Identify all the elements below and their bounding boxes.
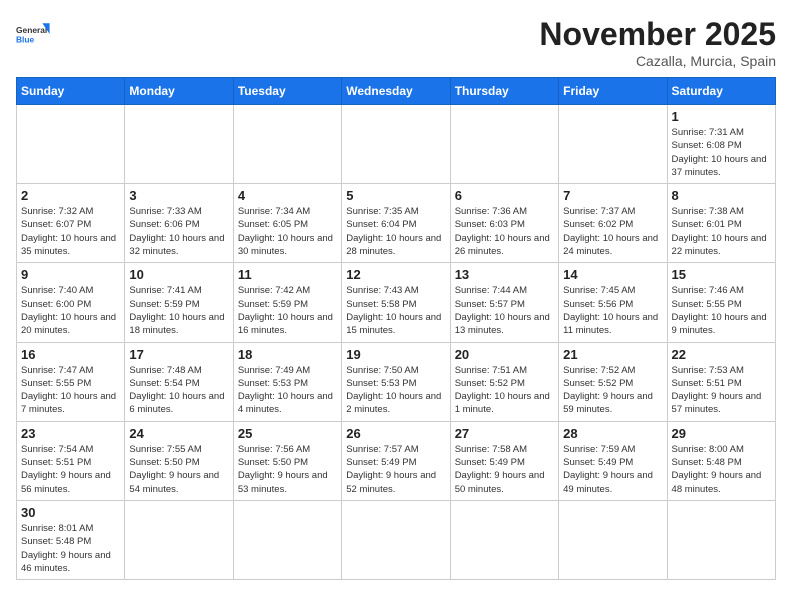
day-29: 29 Sunrise: 8:00 AMSunset: 5:48 PMDaylig… <box>667 421 775 500</box>
header-thursday: Thursday <box>450 78 558 105</box>
day-24: 24 Sunrise: 7:55 AMSunset: 5:50 PMDaylig… <box>125 421 233 500</box>
day-15: 15 Sunrise: 7:46 AMSunset: 5:55 PMDaylig… <box>667 263 775 342</box>
day-25: 25 Sunrise: 7:56 AMSunset: 5:50 PMDaylig… <box>233 421 341 500</box>
day-9: 9 Sunrise: 7:40 AMSunset: 6:00 PMDayligh… <box>17 263 125 342</box>
day-1: 1 Sunrise: 7:31 AM Sunset: 6:08 PM Dayli… <box>667 105 775 184</box>
title-block: November 2025 Cazalla, Murcia, Spain <box>539 16 776 69</box>
day-19: 19 Sunrise: 7:50 AMSunset: 5:53 PMDaylig… <box>342 342 450 421</box>
empty-cell <box>559 105 667 184</box>
header-saturday: Saturday <box>667 78 775 105</box>
day-27: 27 Sunrise: 7:58 AMSunset: 5:49 PMDaylig… <box>450 421 558 500</box>
empty-cell <box>233 105 341 184</box>
location: Cazalla, Murcia, Spain <box>539 53 776 69</box>
day-26: 26 Sunrise: 7:57 AMSunset: 5:49 PMDaylig… <box>342 421 450 500</box>
logo: GeneralBlue <box>16 16 52 52</box>
day-14: 14 Sunrise: 7:45 AMSunset: 5:56 PMDaylig… <box>559 263 667 342</box>
page-header: GeneralBlue November 2025 Cazalla, Murci… <box>16 16 776 69</box>
day-16: 16 Sunrise: 7:47 AMSunset: 5:55 PMDaylig… <box>17 342 125 421</box>
day-21: 21 Sunrise: 7:52 AMSunset: 5:52 PMDaylig… <box>559 342 667 421</box>
day-13: 13 Sunrise: 7:44 AMSunset: 5:57 PMDaylig… <box>450 263 558 342</box>
day-12: 12 Sunrise: 7:43 AMSunset: 5:58 PMDaylig… <box>342 263 450 342</box>
day-30: 30 Sunrise: 8:01 AMSunset: 5:48 PMDaylig… <box>17 500 125 579</box>
empty-cell <box>125 105 233 184</box>
week-row-3: 9 Sunrise: 7:40 AMSunset: 6:00 PMDayligh… <box>17 263 776 342</box>
empty-cell <box>450 500 558 579</box>
week-row-1: 1 Sunrise: 7:31 AM Sunset: 6:08 PM Dayli… <box>17 105 776 184</box>
empty-cell <box>125 500 233 579</box>
header-tuesday: Tuesday <box>233 78 341 105</box>
day-18: 18 Sunrise: 7:49 AMSunset: 5:53 PMDaylig… <box>233 342 341 421</box>
svg-text:General: General <box>16 25 47 35</box>
week-row-6: 30 Sunrise: 8:01 AMSunset: 5:48 PMDaylig… <box>17 500 776 579</box>
empty-cell <box>17 105 125 184</box>
empty-cell <box>233 500 341 579</box>
empty-cell <box>342 105 450 184</box>
header-friday: Friday <box>559 78 667 105</box>
empty-cell <box>667 500 775 579</box>
day-22: 22 Sunrise: 7:53 AMSunset: 5:51 PMDaylig… <box>667 342 775 421</box>
day-3: 3 Sunrise: 7:33 AMSunset: 6:06 PMDayligh… <box>125 184 233 263</box>
day-11: 11 Sunrise: 7:42 AMSunset: 5:59 PMDaylig… <box>233 263 341 342</box>
calendar-table: Sunday Monday Tuesday Wednesday Thursday… <box>16 77 776 580</box>
week-row-4: 16 Sunrise: 7:47 AMSunset: 5:55 PMDaylig… <box>17 342 776 421</box>
day-28: 28 Sunrise: 7:59 AMSunset: 5:49 PMDaylig… <box>559 421 667 500</box>
svg-text:Blue: Blue <box>16 34 35 44</box>
header-sunday: Sunday <box>17 78 125 105</box>
weekday-header-row: Sunday Monday Tuesday Wednesday Thursday… <box>17 78 776 105</box>
header-wednesday: Wednesday <box>342 78 450 105</box>
week-row-2: 2 Sunrise: 7:32 AMSunset: 6:07 PMDayligh… <box>17 184 776 263</box>
week-row-5: 23 Sunrise: 7:54 AMSunset: 5:51 PMDaylig… <box>17 421 776 500</box>
empty-cell <box>450 105 558 184</box>
logo-icon: GeneralBlue <box>16 16 52 52</box>
day-10: 10 Sunrise: 7:41 AMSunset: 5:59 PMDaylig… <box>125 263 233 342</box>
empty-cell <box>342 500 450 579</box>
day-7: 7 Sunrise: 7:37 AMSunset: 6:02 PMDayligh… <box>559 184 667 263</box>
month-title: November 2025 <box>539 16 776 53</box>
day-17: 17 Sunrise: 7:48 AMSunset: 5:54 PMDaylig… <box>125 342 233 421</box>
day-4: 4 Sunrise: 7:34 AMSunset: 6:05 PMDayligh… <box>233 184 341 263</box>
day-5: 5 Sunrise: 7:35 AMSunset: 6:04 PMDayligh… <box>342 184 450 263</box>
header-monday: Monday <box>125 78 233 105</box>
day-23: 23 Sunrise: 7:54 AMSunset: 5:51 PMDaylig… <box>17 421 125 500</box>
empty-cell <box>559 500 667 579</box>
day-8: 8 Sunrise: 7:38 AMSunset: 6:01 PMDayligh… <box>667 184 775 263</box>
day-2: 2 Sunrise: 7:32 AMSunset: 6:07 PMDayligh… <box>17 184 125 263</box>
day-6: 6 Sunrise: 7:36 AMSunset: 6:03 PMDayligh… <box>450 184 558 263</box>
day-20: 20 Sunrise: 7:51 AMSunset: 5:52 PMDaylig… <box>450 342 558 421</box>
